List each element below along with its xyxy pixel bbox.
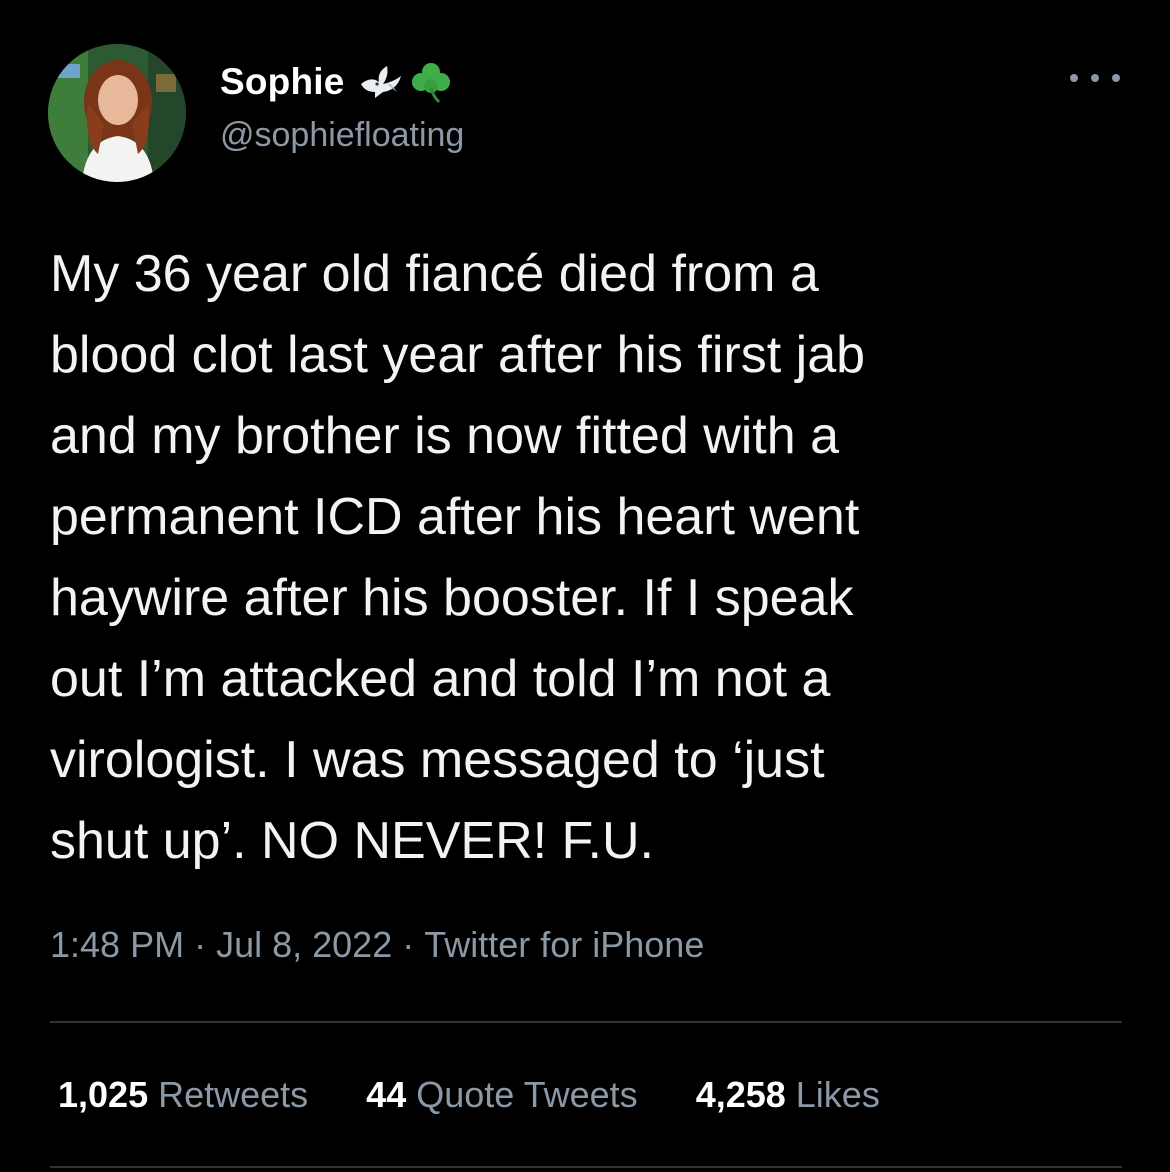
tweet-text: My 36 year old fiancé died from a blood … bbox=[50, 234, 1130, 882]
shamrock-icon bbox=[409, 60, 453, 104]
retweets-count: 1,025 bbox=[58, 1074, 149, 1115]
tweet-text-line: permanent ICD after his heart went bbox=[50, 488, 860, 546]
tweet-text-line: out I’m attacked and told I’m not a bbox=[50, 650, 831, 708]
tweet-text-line: blood clot last year after his first jab bbox=[50, 326, 866, 384]
dot bbox=[1070, 74, 1078, 82]
tweet-metadata: 1:48 PM · Jul 8, 2022 · Twitter for iPhone bbox=[50, 924, 704, 966]
meta-separator: · bbox=[402, 924, 415, 965]
tweet-detail: Sophie @sophiefloating My 36 year old fi… bbox=[0, 0, 1170, 1172]
more-options-icon[interactable] bbox=[1070, 66, 1120, 90]
meta-separator: · bbox=[194, 924, 207, 965]
tweet-text-line: shut up’. NO NEVER! F.U. bbox=[50, 812, 654, 870]
tweet-text-line: and my brother is now fitted with a bbox=[50, 407, 840, 465]
tweet-source[interactable]: Twitter for iPhone bbox=[424, 924, 704, 965]
author-name-row[interactable]: Sophie bbox=[220, 58, 453, 106]
display-name[interactable]: Sophie bbox=[220, 61, 345, 103]
divider bbox=[50, 1021, 1122, 1023]
user-handle[interactable]: @sophiefloating bbox=[220, 116, 464, 155]
tweet-time[interactable]: 1:48 PM bbox=[50, 924, 184, 965]
tweet-text-line: haywire after his booster. If I speak bbox=[50, 569, 854, 627]
tweet-text-line: virologist. I was messaged to ‘just bbox=[50, 731, 825, 789]
likes-label: Likes bbox=[795, 1074, 880, 1115]
dove-icon bbox=[357, 62, 403, 102]
divider bbox=[50, 1166, 1122, 1168]
tweet-stats: 1,025 Retweets 44 Quote Tweets 4,258 Likes bbox=[58, 1074, 938, 1116]
retweets-label: Retweets bbox=[158, 1074, 309, 1115]
avatar[interactable] bbox=[48, 44, 186, 182]
tweet-date[interactable]: Jul 8, 2022 bbox=[216, 924, 392, 965]
dot bbox=[1091, 74, 1099, 82]
likes-stat[interactable]: 4,258 Likes bbox=[696, 1074, 880, 1116]
tweet-text-line: My 36 year old fiancé died from a bbox=[50, 245, 819, 303]
retweets-stat[interactable]: 1,025 Retweets bbox=[58, 1074, 308, 1116]
quote-tweets-label: Quote Tweets bbox=[416, 1074, 638, 1115]
quote-tweets-stat[interactable]: 44 Quote Tweets bbox=[366, 1074, 638, 1116]
dot bbox=[1112, 74, 1120, 82]
avatar-photo bbox=[48, 44, 186, 182]
quote-tweets-count: 44 bbox=[366, 1074, 407, 1115]
likes-count: 4,258 bbox=[695, 1074, 786, 1115]
